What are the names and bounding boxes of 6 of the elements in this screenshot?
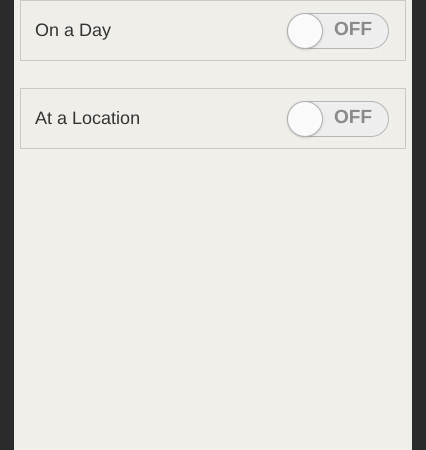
toggle-knob — [287, 100, 323, 136]
row-label: On a Day — [35, 19, 112, 42]
toggle-knob — [287, 12, 323, 48]
row-label: At a Location — [35, 107, 140, 130]
toggle-switch[interactable]: OFF — [287, 12, 389, 48]
toggle-switch[interactable]: OFF — [287, 100, 389, 136]
